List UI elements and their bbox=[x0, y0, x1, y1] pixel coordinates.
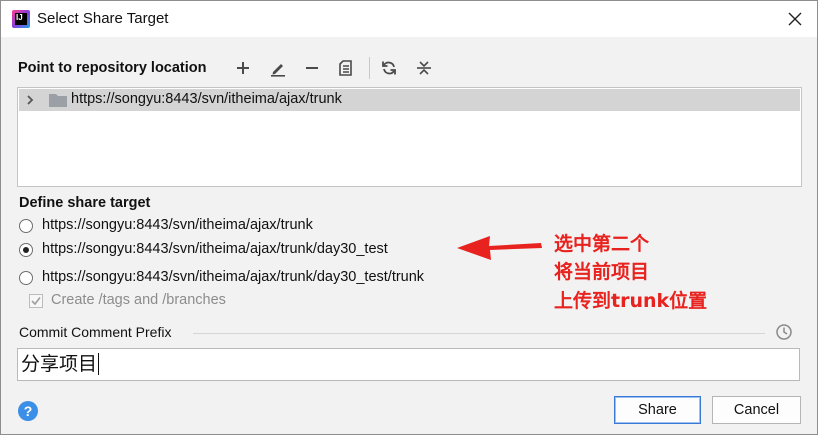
annotation-line-2: 将当前项目 bbox=[554, 261, 650, 283]
refresh-icon[interactable] bbox=[380, 59, 398, 77]
create-tags-label: Create /tags and /branches bbox=[51, 292, 226, 308]
folder-icon bbox=[49, 94, 67, 107]
annotation-line-3: 上传到trunk位置 bbox=[554, 290, 708, 312]
annotation-arrow-icon bbox=[457, 236, 542, 260]
collapse-icon[interactable] bbox=[415, 59, 433, 77]
help-icon[interactable]: ? bbox=[18, 401, 38, 421]
intellij-app-icon: IJ bbox=[12, 10, 30, 28]
share-target-section-label: Define share target bbox=[19, 195, 151, 211]
title-bar: IJ Select Share Target bbox=[1, 1, 817, 37]
commit-prefix-input[interactable]: 分享项目 bbox=[17, 348, 800, 381]
edit-icon[interactable] bbox=[269, 59, 287, 77]
annotation-line-1: 选中第二个 bbox=[554, 233, 650, 255]
commit-prefix-value[interactable]: 分享项目 bbox=[21, 353, 100, 375]
remove-icon[interactable] bbox=[303, 59, 321, 77]
commit-prefix-label: Commit Comment Prefix bbox=[19, 324, 172, 340]
checkmark-icon bbox=[31, 297, 41, 306]
window-title: Select Share Target bbox=[37, 10, 169, 27]
radio-label: https://songyu:8443/svn/itheima/ajax/tru… bbox=[42, 217, 313, 233]
radio-label: https://songyu:8443/svn/itheima/ajax/tru… bbox=[42, 241, 388, 257]
radio-label: https://songyu:8443/svn/itheima/ajax/tru… bbox=[42, 269, 425, 285]
cancel-button[interactable]: Cancel bbox=[712, 396, 801, 424]
radio-button[interactable] bbox=[19, 219, 33, 233]
chevron-right-icon[interactable] bbox=[23, 93, 37, 107]
add-icon[interactable] bbox=[234, 59, 252, 77]
close-icon[interactable] bbox=[785, 9, 805, 29]
share-button[interactable]: Share bbox=[614, 396, 701, 424]
divider bbox=[193, 333, 765, 334]
browse-icon[interactable] bbox=[337, 59, 355, 77]
repository-tree-row[interactable]: https://songyu:8443/svn/itheima/ajax/tru… bbox=[19, 89, 800, 111]
repository-tree[interactable]: https://songyu:8443/svn/itheima/ajax/tru… bbox=[17, 87, 802, 187]
radio-button[interactable] bbox=[19, 271, 33, 285]
history-clock-icon[interactable] bbox=[775, 323, 793, 341]
toolbar-separator bbox=[369, 57, 370, 79]
radio-button-selected[interactable] bbox=[19, 243, 33, 257]
repository-url: https://songyu:8443/svn/itheima/ajax/tru… bbox=[71, 91, 342, 107]
select-share-target-dialog: IJ Select Share Target Point to reposito… bbox=[0, 0, 818, 435]
create-tags-checkbox bbox=[29, 294, 43, 308]
repository-section-label: Point to repository location bbox=[18, 60, 207, 76]
